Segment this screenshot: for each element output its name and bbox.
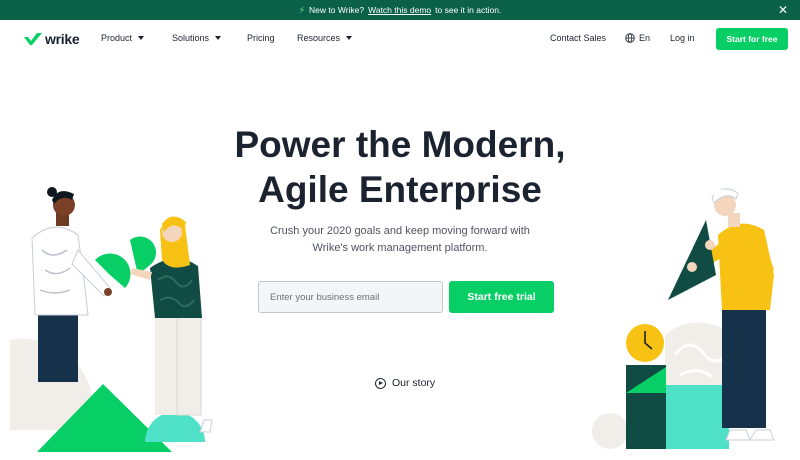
wrike-check-icon <box>24 33 42 45</box>
play-icon <box>375 377 386 389</box>
chevron-down-icon <box>346 36 353 40</box>
aqua-half-circle <box>145 412 205 442</box>
left-illustration <box>10 187 213 452</box>
aqua-block <box>665 385 729 449</box>
globe-icon <box>625 33 635 43</box>
announcement-banner: ⚡ New to Wrike? Watch this demo to see i… <box>0 0 800 20</box>
nav-pricing[interactable]: Pricing <box>247 33 275 43</box>
hero-title-line1: Power the Modern, <box>234 124 566 165</box>
watch-demo-link[interactable]: Watch this demo <box>368 5 431 15</box>
nav-pricing-label: Pricing <box>247 33 275 43</box>
nav-product-label: Product <box>101 33 133 43</box>
man-figure <box>31 187 112 382</box>
our-story-label: Our story <box>392 377 436 389</box>
wrike-logo[interactable]: wrike <box>24 31 80 47</box>
language-label: En <box>639 33 651 43</box>
nav-resources[interactable]: Resources <box>297 33 353 43</box>
nav-solutions-label: Solutions <box>172 33 210 43</box>
our-story-link[interactable]: Our story <box>375 377 435 389</box>
start-free-trial-button[interactable]: Start free trial <box>449 281 554 313</box>
right-illustration <box>592 188 775 449</box>
nav-solutions[interactable]: Solutions <box>172 33 222 43</box>
close-icon[interactable]: ✕ <box>778 3 788 17</box>
chevron-down-icon <box>215 36 222 40</box>
login-label: Log in <box>670 33 695 43</box>
login-link[interactable]: Log in <box>670 33 695 43</box>
language-selector[interactable]: En <box>625 33 650 43</box>
contact-sales-link[interactable]: Contact Sales <box>550 33 606 43</box>
beige-circle <box>592 413 628 449</box>
nav-product[interactable]: Product <box>101 33 145 43</box>
banner-text: New to Wrike? <box>309 5 365 15</box>
start-for-free-button[interactable]: Start for free <box>716 28 788 50</box>
lightning-icon: ⚡ <box>298 4 306 15</box>
banner-suffix: to see it in action. <box>435 5 502 15</box>
logo-text: wrike <box>45 31 80 47</box>
main-nav: wrike Product Solutions Pricing Resource… <box>0 20 800 58</box>
chevron-down-icon <box>138 36 145 40</box>
hero-subtitle-line2: Wrike's work management platform. <box>312 242 488 254</box>
hero-subtitle: Crush your 2020 goals and keep moving fo… <box>0 223 800 257</box>
business-email-input[interactable] <box>258 281 443 313</box>
hero-title: Power the Modern, Agile Enterprise <box>0 122 800 212</box>
contact-sales-label: Contact Sales <box>550 33 607 43</box>
hero-subtitle-line1: Crush your 2020 goals and keep moving fo… <box>270 225 530 237</box>
hero-title-line2: Agile Enterprise <box>258 169 542 210</box>
nav-resources-label: Resources <box>297 33 341 43</box>
